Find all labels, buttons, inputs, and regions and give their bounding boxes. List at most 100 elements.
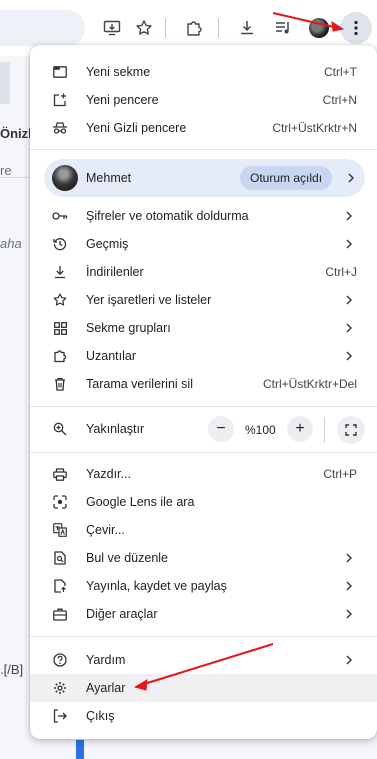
toolbar-divider (218, 18, 219, 38)
menu-item-label: Yayınla, kaydet ve paylaş (86, 579, 227, 593)
chevron-right-icon (346, 581, 352, 591)
menu-item-shortcut: Ctrl+J (325, 265, 357, 279)
menu-item-exit[interactable]: Çıkış (30, 702, 377, 730)
media-queue-icon[interactable] (271, 16, 295, 40)
avatar (52, 165, 78, 191)
menu-item-more-tools[interactable]: Diğer araçlar (30, 600, 377, 628)
address-bar[interactable] (0, 10, 85, 46)
menu-item-shortcut: Ctrl+ÜstKrktr+N (272, 121, 357, 135)
more-menu-button[interactable] (340, 12, 372, 44)
menu-item-label: Yeni pencere (86, 93, 159, 107)
menu-item-label: Bul ve düzenle (86, 551, 169, 565)
profile-name: Mehmet (86, 171, 132, 185)
key-icon (52, 208, 68, 224)
menu-item-label: Sekme grupları (86, 321, 171, 335)
bookmark-star-icon[interactable] (132, 16, 156, 40)
menu-item-shortcut: Ctrl+N (322, 93, 357, 107)
history-icon (52, 236, 68, 252)
menu-item-shortcut: Ctrl+T (324, 65, 357, 79)
chevron-right-icon (346, 295, 352, 305)
trash-icon (52, 376, 68, 392)
zoom-level: %100 (245, 423, 276, 437)
incognito-icon (52, 120, 68, 136)
chevron-right-icon (346, 609, 352, 619)
menu-item-find-edit[interactable]: Bul ve düzenle (30, 544, 377, 572)
background-text: re (0, 163, 12, 178)
menu-item-google-lens[interactable]: Google Lens ile ara (30, 488, 377, 516)
more-menu-icon (354, 20, 358, 36)
signed-in-badge: Oturum açıldı (240, 166, 333, 190)
help-icon (52, 652, 68, 668)
menu-item-label: Yardım (86, 653, 126, 667)
menu-item-label: Geçmiş (86, 237, 129, 251)
menu-item-tab-groups[interactable]: Sekme grupları (30, 314, 377, 342)
menu-item-label: Yer işaretleri ve listeler (86, 293, 212, 307)
toolbox-icon (52, 606, 68, 622)
fullscreen-icon (345, 424, 357, 436)
menu-item-translate[interactable]: Çevir... (30, 516, 377, 544)
menu-item-label: Çevir... (86, 523, 125, 537)
profile-avatar[interactable] (309, 18, 329, 38)
zoom-divider (324, 417, 325, 443)
downloads-icon[interactable] (235, 16, 259, 40)
chevron-right-icon (346, 211, 352, 221)
menu-item-bookmarks[interactable]: Yer işaretleri ve listeler (30, 286, 377, 314)
menu-divider (30, 406, 377, 407)
menu-divider (30, 452, 377, 453)
menu-item-new-window[interactable]: Yeni pencere Ctrl+N (30, 86, 377, 114)
menu-item-extensions[interactable]: Uzantılar (30, 342, 377, 370)
chevron-right-icon (346, 351, 352, 361)
new-window-icon (52, 92, 68, 108)
fullscreen-button[interactable] (337, 416, 365, 444)
cast-save-share-icon (52, 578, 68, 594)
find-icon (52, 550, 68, 566)
menu-item-label: Yeni Gizli pencere (86, 121, 187, 135)
zoom-in-button[interactable]: + (287, 416, 313, 442)
background-text: .[/B] (0, 662, 24, 677)
chevron-right-icon (346, 323, 352, 333)
background-panel (0, 62, 10, 104)
toolbar-divider (165, 18, 166, 38)
menu-item-clear-data[interactable]: Tarama verilerini sil Ctrl+ÜstKrktr+Del (30, 370, 377, 398)
menu-item-history[interactable]: Geçmiş (30, 230, 377, 258)
download-icon (52, 264, 68, 280)
zoom-out-button[interactable]: − (208, 416, 234, 442)
menu-item-shortcut: Ctrl+ÜstKrktr+Del (262, 377, 357, 391)
menu-item-label: Ayarlar (86, 681, 126, 695)
menu-item-label: Yazdır... (86, 467, 131, 481)
menu-item-print[interactable]: Yazdır... Ctrl+P (30, 460, 377, 488)
menu-item-help[interactable]: Yardım (30, 646, 377, 674)
menu-item-label: İndirilenler (86, 265, 144, 279)
extension-icon (52, 348, 68, 364)
menu-item-downloads[interactable]: İndirilenler Ctrl+J (30, 258, 377, 286)
menu-item-passwords[interactable]: Şifreler ve otomatik doldurma (30, 202, 377, 230)
chevron-right-icon (346, 553, 352, 563)
menu-item-label: Google Lens ile ara (86, 495, 195, 509)
settings-gear-icon (52, 680, 68, 696)
menu-item-label: Yeni sekme (86, 65, 151, 79)
extensions-icon[interactable] (182, 16, 206, 40)
menu-item-new-incognito[interactable]: Yeni Gizli pencere Ctrl+ÜstKrktr+N (30, 114, 377, 142)
menu-item-label: Şifreler ve otomatik doldurma (86, 209, 249, 223)
chrome-main-menu: Yeni sekme Ctrl+T Yeni pencere Ctrl+N Ye… (30, 45, 377, 739)
background-accent (76, 740, 84, 759)
menu-item-label: Çıkış (86, 709, 115, 723)
menu-divider (30, 149, 377, 150)
star-icon (52, 292, 68, 308)
menu-item-cast-save-share[interactable]: Yayınla, kaydet ve paylaş (30, 572, 377, 600)
chevron-right-icon (348, 173, 354, 183)
background-text: aha (0, 236, 22, 251)
menu-item-new-tab[interactable]: Yeni sekme Ctrl+T (30, 58, 377, 86)
chevron-right-icon (346, 655, 352, 665)
menu-item-settings[interactable]: Ayarlar (30, 674, 377, 702)
print-icon (52, 466, 68, 482)
install-app-icon[interactable] (100, 16, 124, 40)
menu-item-label: Diğer araçlar (86, 607, 158, 621)
translate-icon (52, 522, 68, 538)
menu-item-label: Tarama verilerini sil (86, 377, 193, 391)
lens-icon (52, 494, 68, 510)
profile-row[interactable]: Mehmet Oturum açıldı (44, 159, 365, 197)
menu-divider (30, 636, 377, 637)
tab-groups-icon (52, 320, 68, 336)
zoom-label: Yakınlaştır (86, 422, 145, 436)
